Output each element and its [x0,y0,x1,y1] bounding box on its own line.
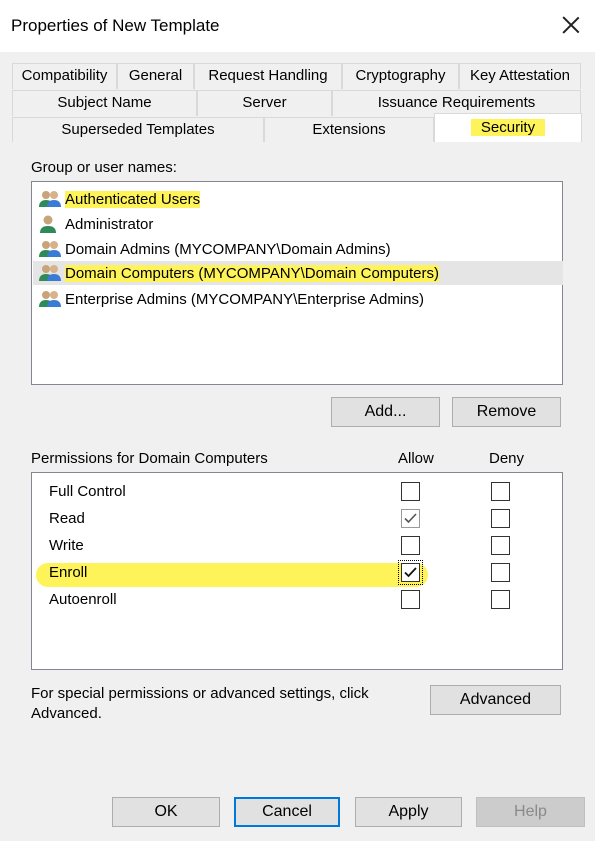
tab-label: Key Attestation [469,67,571,84]
group-list-label: Group or user names: [31,159,177,176]
tab-general[interactable]: General [117,63,194,89]
tab-superseded-templates[interactable]: Superseded Templates [12,117,264,143]
advanced-button[interactable]: Advanced [430,685,561,715]
permissions-label: Permissions for Domain Computers [31,450,268,467]
list-item[interactable]: Enterprise Admins (MYCOMPANY\Enterprise … [38,287,424,311]
list-item-label: Authenticated Users [65,190,201,208]
tab-label: Request Handling [208,67,328,84]
user-icon [38,214,62,234]
group-users-icon [38,239,62,259]
group-users-icon [38,289,62,309]
allow-full-control-checkbox[interactable] [401,482,420,501]
title-bar: Properties of New Template [0,0,595,52]
tab-security[interactable]: Security [434,113,582,143]
list-item-label: Domain Admins (MYCOMPANY\Domain Admins) [65,240,391,258]
tab-subject-name[interactable]: Subject Name [12,90,197,116]
list-item-selected[interactable]: Domain Computers (MYCOMPANY\Domain Compu… [33,261,563,285]
tab-request-handling[interactable]: Request Handling [194,63,342,89]
list-item-label: Administrator [65,215,154,233]
allow-header: Allow [398,450,434,467]
deny-read-checkbox[interactable] [491,509,510,528]
group-users-icon [38,263,62,283]
deny-autoenroll-checkbox[interactable] [491,590,510,609]
list-item[interactable]: Administrator [38,212,153,236]
list-item-label: Enterprise Admins (MYCOMPANY\Enterprise … [65,290,424,308]
tab-label: Cryptography [355,67,446,84]
tab-label: Superseded Templates [61,121,215,138]
permission-label: Enroll [49,564,88,581]
allow-autoenroll-checkbox[interactable] [401,590,420,609]
allow-write-checkbox[interactable] [401,536,420,555]
group-users-icon [38,189,62,209]
advanced-text-line1: For special permissions or advanced sett… [31,685,369,702]
list-item[interactable]: Authenticated Users [38,187,201,211]
tab-label: Security [470,119,546,136]
deny-enroll-checkbox[interactable] [491,563,510,582]
tab-label: Server [242,94,287,111]
tab-label: Issuance Requirements [377,94,536,111]
allow-read-checkbox[interactable] [401,509,420,528]
close-icon[interactable] [556,10,586,40]
advanced-text-line2: Advanced. [31,705,102,722]
help-button[interactable]: Help [476,797,585,827]
apply-button[interactable]: Apply [355,797,462,827]
list-item[interactable]: Domain Admins (MYCOMPANY\Domain Admins) [38,237,391,261]
tab-label: Subject Name [57,94,152,111]
tab-server[interactable]: Server [197,90,332,116]
deny-full-control-checkbox[interactable] [491,482,510,501]
list-item-label: Domain Computers (MYCOMPANY\Domain Compu… [65,264,439,282]
checkmark-icon [404,567,417,578]
tab-label: Extensions [312,121,386,138]
tab-extensions[interactable]: Extensions [264,117,434,143]
group-user-listbox[interactable]: Authenticated Users Administrator Domain… [31,181,563,385]
tab-label: Compatibility [21,67,108,84]
tab-cryptography[interactable]: Cryptography [342,63,459,89]
checkmark-icon [404,513,417,524]
allow-enroll-checkbox[interactable] [398,560,423,585]
tab-key-attestation[interactable]: Key Attestation [459,63,581,89]
deny-write-checkbox[interactable] [491,536,510,555]
deny-header: Deny [489,450,525,467]
ok-button[interactable]: OK [112,797,220,827]
remove-button[interactable]: Remove [452,397,561,427]
tab-label: General [128,67,183,84]
permission-label: Autoenroll [49,591,117,608]
permission-label: Write [49,537,84,554]
enroll-highlight [36,563,428,587]
add-button[interactable]: Add... [331,397,440,427]
permission-label: Read [49,510,85,527]
window-title: Properties of New Template [11,16,220,35]
permission-label: Full Control [49,483,126,500]
tab-compatibility[interactable]: Compatibility [12,63,117,89]
cancel-button[interactable]: Cancel [234,797,340,827]
